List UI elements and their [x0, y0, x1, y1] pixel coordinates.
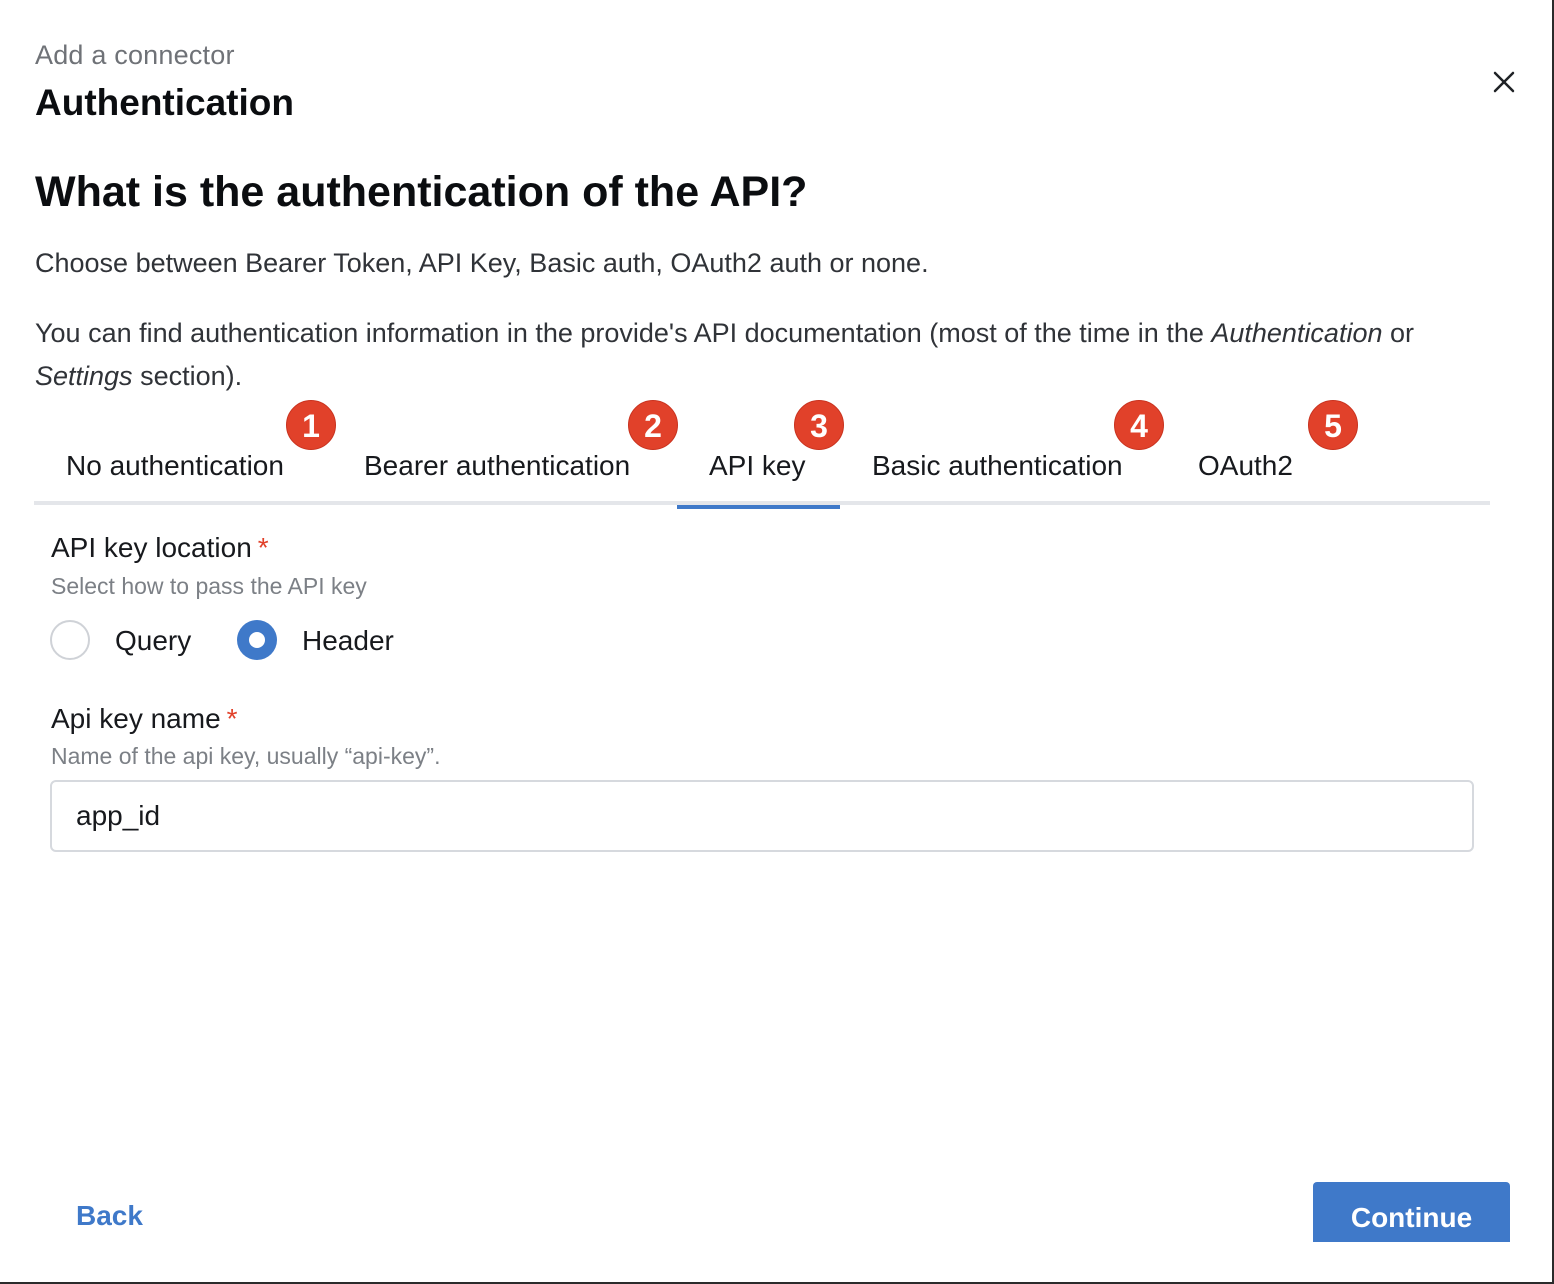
close-icon — [1493, 71, 1515, 93]
annotation-badge-5: 5 — [1308, 400, 1358, 450]
section-heading: What is the authentication of the API? — [35, 168, 808, 216]
tab-label: No authentication — [66, 450, 284, 481]
annotation-badge-3: 3 — [794, 400, 844, 450]
field-label-text: API key location — [51, 532, 252, 563]
required-asterisk: * — [226, 703, 238, 734]
hint-text-mid: or — [1382, 318, 1414, 348]
api-key-name-input[interactable] — [50, 780, 1474, 852]
tab-no-authentication[interactable]: No authentication — [34, 430, 332, 505]
dialog-eyebrow: Add a connector — [35, 40, 235, 70]
radio-query[interactable] — [50, 620, 90, 660]
annotation-badge-1: 1 — [286, 400, 336, 450]
tab-label: Basic authentication — [872, 450, 1123, 481]
field-label-text: Api key name — [51, 703, 221, 734]
tab-label: OAuth2 — [1198, 450, 1293, 481]
annotation-badge-2: 2 — [628, 400, 678, 450]
choices-description: Choose between Bearer Token, API Key, Ba… — [35, 248, 929, 278]
annotation-badge-4: 4 — [1114, 400, 1164, 450]
tab-bearer-authentication[interactable]: Bearer authentication — [332, 430, 677, 505]
radio-header[interactable] — [237, 620, 277, 660]
hint-authentication-term: Authentication — [1211, 318, 1383, 348]
continue-button[interactable]: Continue — [1313, 1182, 1510, 1242]
tab-label: API key — [709, 450, 806, 481]
hint-settings-term: Settings — [35, 361, 133, 391]
api-key-location-label: API key location * — [51, 532, 269, 564]
back-button[interactable]: Back — [76, 1200, 143, 1232]
tab-basic-authentication[interactable]: Basic authentication — [840, 430, 1166, 505]
tab-oauth2[interactable]: OAuth2 — [1166, 430, 1336, 505]
hint-text-suffix: section). — [132, 361, 243, 391]
required-asterisk: * — [257, 532, 269, 563]
auth-type-tabs: No authentication Bearer authentication … — [34, 430, 1490, 509]
close-button[interactable] — [1486, 64, 1522, 100]
tab-label: Bearer authentication — [364, 450, 631, 481]
dialog-title: Authentication — [35, 82, 294, 123]
dialog: Add a connector Authentication What is t… — [0, 0, 1554, 1284]
api-key-name-help: Name of the api key, usually “api-key”. — [51, 743, 441, 769]
api-key-location-help: Select how to pass the API key — [51, 573, 367, 599]
api-key-name-label: Api key name * — [51, 703, 238, 735]
radio-query-label[interactable]: Query — [115, 625, 191, 657]
documentation-hint: You can find authentication information … — [35, 312, 1455, 398]
hint-text-prefix: You can find authentication information … — [35, 318, 1212, 348]
radio-header-label[interactable]: Header — [302, 625, 394, 657]
